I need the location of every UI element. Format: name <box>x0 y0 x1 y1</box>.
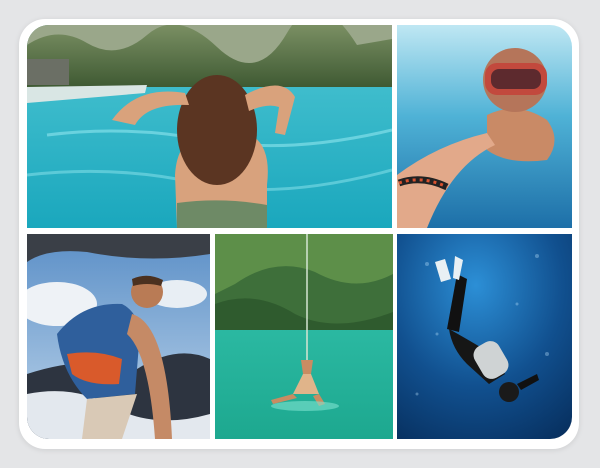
scuba-diver-photo[interactable] <box>397 234 572 439</box>
wakeboarder-photo[interactable] <box>27 234 210 439</box>
woman-in-pool-photo[interactable] <box>27 25 392 228</box>
rope-swing-lagoon-photo[interactable] <box>215 234 393 439</box>
snorkeler-selfie-photo[interactable] <box>397 25 572 228</box>
